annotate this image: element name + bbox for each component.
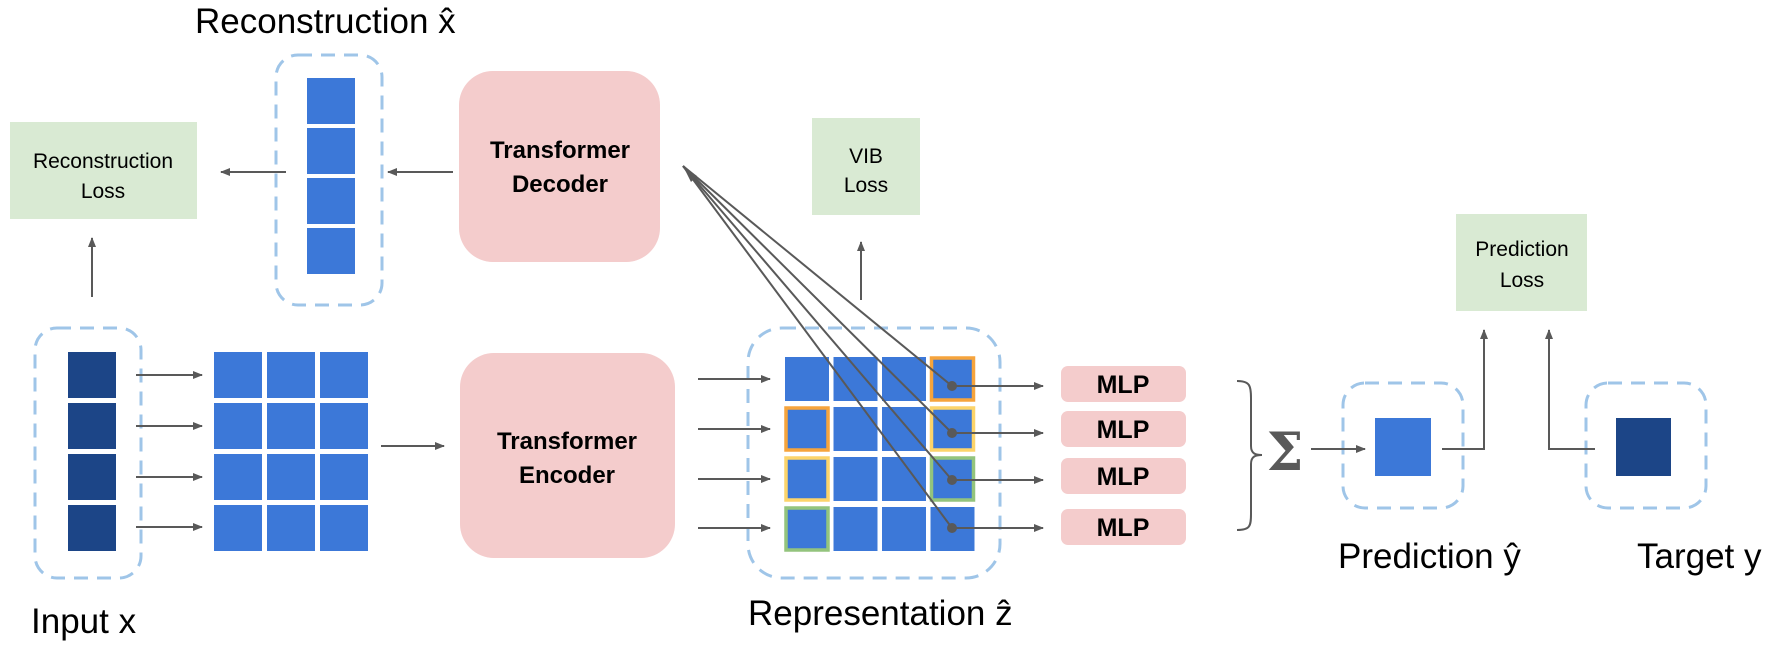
- reconstruction-vector: [307, 78, 355, 274]
- arrow-target-to-loss: [1545, 329, 1595, 450]
- input-vector: [68, 352, 116, 551]
- prediction-loss-line2: Loss: [1500, 269, 1544, 292]
- mlp-label: MLP: [1097, 514, 1150, 542]
- reconstruction-cell: [307, 78, 355, 124]
- vib-loss-line1: VIB: [849, 145, 883, 168]
- embedding-cell: [267, 352, 315, 398]
- encoder-line1: Transformer: [497, 428, 637, 455]
- prediction-cell: [1375, 418, 1431, 476]
- representation-cell: [785, 357, 829, 401]
- decoder-line1: Transformer: [490, 137, 630, 164]
- embedding-cell: [320, 403, 368, 449]
- embedding-cell: [267, 454, 315, 500]
- token-dot: [947, 475, 957, 485]
- representation-cell: [833, 457, 878, 501]
- input-cell: [68, 505, 116, 551]
- reconstruction-title: Reconstruction x̂: [195, 2, 456, 41]
- representation-title: Representation ẑ: [748, 594, 1013, 633]
- embedding-cell: [267, 505, 315, 551]
- input-cell: [68, 352, 116, 398]
- representation-cell: [882, 357, 926, 401]
- mlp-label: MLP: [1097, 463, 1150, 491]
- representation-cell: [785, 407, 829, 451]
- representation-grid: [784, 356, 976, 552]
- mlp-label: MLP: [1097, 416, 1150, 444]
- target-cell: [1616, 418, 1671, 476]
- reconstruction-cell: [307, 178, 355, 224]
- representation-cell: [930, 357, 975, 401]
- prediction-loss-box: Prediction Loss: [1456, 214, 1587, 311]
- representation-cell: [882, 507, 926, 551]
- transformer-decoder: Transformer Decoder: [459, 71, 660, 262]
- reconstruction-loss-line2: Loss: [81, 180, 125, 203]
- mlp-block: MLP: [1061, 411, 1186, 447]
- transformer-encoder: Transformer Encoder: [460, 353, 675, 558]
- input-title: Input x: [31, 602, 137, 641]
- reconstruction-loss-line1: Reconstruction: [33, 150, 173, 173]
- input-cell: [68, 403, 116, 449]
- embedding-cell: [214, 454, 262, 500]
- sum-icon: Σ: [1267, 422, 1304, 483]
- prediction-title: Prediction ŷ: [1338, 537, 1521, 576]
- token-dot: [947, 523, 957, 533]
- mlp-block: MLP: [1061, 366, 1186, 402]
- embedding-cell: [320, 352, 368, 398]
- sum-brace: [1236, 380, 1263, 531]
- representation-cell: [785, 457, 829, 501]
- embedding-cell: [214, 352, 262, 398]
- reconstruction-cell: [307, 128, 355, 174]
- embedding-cell: [267, 403, 315, 449]
- representation-cell: [882, 407, 926, 451]
- embedding-cell: [214, 403, 262, 449]
- arrow-prediction-to-loss: [1442, 329, 1488, 450]
- decoder-line2: Decoder: [512, 171, 608, 198]
- embedding-cell: [214, 505, 262, 551]
- mlp-block: MLP: [1061, 458, 1186, 494]
- reconstruction-cell: [307, 228, 355, 274]
- representation-cell: [833, 507, 878, 551]
- representation-cell: [833, 407, 878, 451]
- embedding-cell: [320, 454, 368, 500]
- vib-loss-box: VIB Loss: [812, 118, 920, 215]
- token-dot: [947, 428, 957, 438]
- prediction-loss-line1: Prediction: [1475, 238, 1568, 261]
- architecture-diagram: Reconstruction x̂ Input x Representation…: [10, 2, 1762, 641]
- embedding-cell: [320, 505, 368, 551]
- representation-cell: [785, 507, 829, 551]
- token-dot: [947, 381, 957, 391]
- embedding-grid: [214, 352, 368, 551]
- encoder-line2: Encoder: [519, 462, 615, 489]
- mlp-label: MLP: [1097, 371, 1150, 399]
- mlp-block: MLP: [1061, 509, 1186, 545]
- input-cell: [68, 454, 116, 500]
- reconstruction-loss-box: Reconstruction Loss: [10, 122, 197, 219]
- target-title: Target y: [1637, 537, 1762, 576]
- vib-loss-line2: Loss: [844, 174, 888, 197]
